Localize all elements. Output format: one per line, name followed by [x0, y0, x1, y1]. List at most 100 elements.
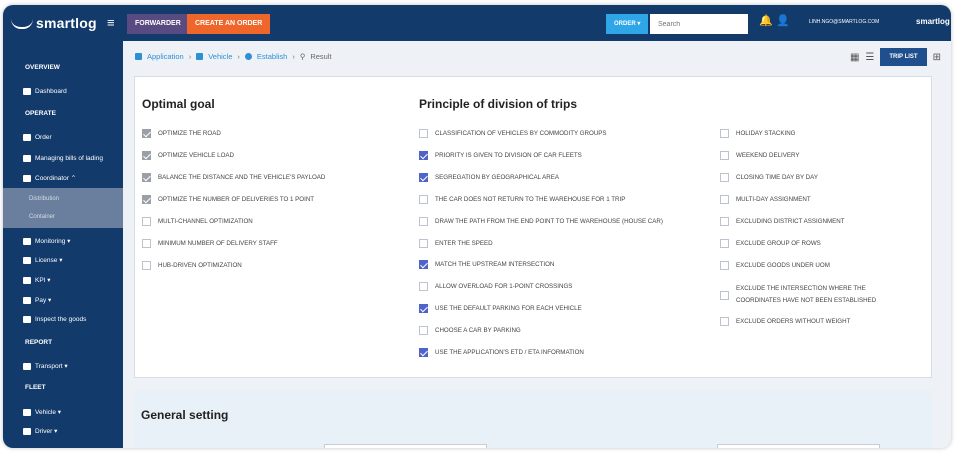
settings-card: Optimal goal Principle of division of tr… — [134, 76, 932, 378]
menu-icon[interactable]: ≡ — [107, 15, 115, 30]
sidebar-item-coordinator[interactable]: Coordinator ⌃ — [23, 174, 76, 182]
checkbox[interactable] — [142, 239, 151, 248]
bell-icon[interactable]: 🔔 — [759, 14, 773, 27]
user-icon[interactable]: 👤 — [776, 14, 790, 27]
option-checkbox-row[interactable]: PRIORITY IS GIVEN TO DIVISION OF CAR FLE… — [419, 150, 582, 160]
option-label: USE THE APPLICATION'S ETD / ETA INFORMAT… — [435, 349, 584, 356]
checkbox[interactable] — [720, 129, 729, 138]
breadcrumb-separator: › — [292, 52, 295, 61]
checkbox[interactable] — [419, 238, 428, 248]
option-checkbox-row[interactable]: CHOOSE A CAR BY PARKING — [419, 326, 521, 336]
option-checkbox-row[interactable]: SEGREGATION BY GEOGRAPHICAL AREA — [419, 172, 559, 182]
checkbox[interactable] — [720, 173, 729, 182]
sidebar-item-license[interactable]: License ▾ — [23, 256, 62, 264]
checkbox[interactable] — [142, 129, 151, 138]
option-checkbox-row[interactable]: CLOSING TIME DAY BY DAY — [720, 173, 818, 182]
option-checkbox-row[interactable]: EXCLUDE GOODS UNDER UOM — [720, 261, 830, 270]
sidebar-item-pay[interactable]: Pay ▾ — [23, 296, 51, 304]
sidebar-item-transport[interactable]: Transport ▾ — [23, 362, 68, 370]
sidebar-item-driver[interactable]: Driver ▾ — [23, 427, 57, 435]
checkbox[interactable] — [419, 260, 428, 270]
breadcrumb-vehicle[interactable]: Vehicle — [208, 52, 232, 61]
option-checkbox-row[interactable]: DRAW THE PATH FROM THE END POINT TO THE … — [419, 216, 663, 226]
sidebar-item-monitoring[interactable]: Monitoring ▾ — [23, 237, 70, 245]
order-type-select[interactable]: ORDER ▾ — [606, 14, 648, 34]
user-email[interactable]: LINH.NGO@SMARTLOG.COM — [809, 19, 879, 25]
division-title: Principle of division of trips — [419, 97, 578, 111]
logo[interactable]: smartlog — [11, 15, 97, 31]
sidebar-item-inspect[interactable]: Inspect the goods — [23, 316, 86, 323]
option-checkbox-row[interactable]: USE THE DEFAULT PARKING FOR EACH VEHICLE — [419, 304, 582, 314]
sidebar-item-label: Pay ▾ — [35, 297, 52, 304]
checkbox[interactable] — [419, 150, 428, 160]
driver-icon — [23, 427, 31, 435]
checkbox[interactable] — [142, 173, 151, 182]
checkbox[interactable] — [419, 326, 428, 336]
option-label: HUB-DRIVEN OPTIMIZATION — [158, 262, 242, 269]
option-checkbox-row[interactable]: BALANCE THE DISTANCE AND THE VEHICLE'S P… — [142, 173, 325, 182]
option-checkbox-row[interactable]: EXCLUDE ORDERS WITHOUT WEIGHT — [720, 317, 850, 326]
brand-logo: smartlog — [916, 17, 950, 26]
checkbox[interactable] — [419, 304, 428, 314]
option-checkbox-row[interactable]: EXCLUDING DISTRICT ASSIGNMENT — [720, 217, 845, 226]
checkbox[interactable] — [419, 194, 428, 204]
checkbox[interactable] — [142, 261, 151, 270]
checkbox[interactable] — [142, 195, 151, 204]
checkbox[interactable] — [720, 239, 729, 248]
option-checkbox-row[interactable]: THE CAR DOES NOT RETURN TO THE WAREHOUSE… — [419, 194, 625, 204]
option-checkbox-row[interactable]: HOLIDAY STACKING — [720, 129, 795, 138]
calendar-icon[interactable]: ▦ — [850, 52, 859, 63]
checkbox[interactable] — [419, 172, 428, 182]
option-checkbox-row[interactable]: OPTIMIZE THE ROAD — [142, 129, 221, 138]
option-checkbox-row[interactable]: MATCH THE UPSTREAM INTERSECTION — [419, 260, 554, 270]
create-order-button[interactable]: CREATE AN ORDER — [187, 14, 271, 34]
filter-icon[interactable]: ☰ — [865, 52, 874, 63]
checkbox[interactable] — [419, 129, 428, 138]
option-checkbox-row[interactable]: OPTIMIZE VEHICLE LOAD — [142, 151, 234, 160]
option-checkbox-row[interactable]: EXCLUDE GROUP OF ROWS — [720, 239, 821, 248]
option-checkbox-row[interactable]: EXCLUDE THE INTERSECTION WHERE THE COORDI… — [720, 283, 876, 307]
checkbox[interactable] — [142, 217, 151, 226]
sidebar-item-label: License ▾ — [35, 257, 63, 264]
option-checkbox-row[interactable]: MULTI-CHANNEL OPTIMIZATION — [142, 217, 253, 226]
general-setting-input-1[interactable] — [324, 444, 487, 448]
sidebar-item-order[interactable]: Order — [23, 134, 52, 141]
option-checkbox-row[interactable]: CLASSIFICATION OF VEHICLES BY COMMODITY … — [419, 129, 607, 138]
sidebar-item-bills[interactable]: Managing bills of lading — [23, 155, 103, 162]
grid-icon[interactable]: ⊞ — [933, 52, 941, 63]
search-input[interactable] — [650, 14, 748, 34]
sidebar-item-dashboard[interactable]: Dashboard — [23, 88, 67, 95]
general-setting-input-2[interactable] — [717, 444, 880, 448]
option-checkbox-row[interactable]: MULTI-DAY ASSIGNMENT — [720, 195, 811, 204]
option-checkbox-row[interactable]: ENTER THE SPEED — [419, 238, 493, 248]
checkbox[interactable] — [720, 151, 729, 160]
option-checkbox-row[interactable]: MINIMUM NUMBER OF DELIVERY STAFF — [142, 239, 278, 248]
sidebar-item-vehicle[interactable]: Vehicle ▾ — [23, 408, 61, 416]
checkbox[interactable] — [720, 217, 729, 226]
trip-list-button[interactable]: TRIP LIST — [880, 48, 927, 66]
option-checkbox-row[interactable]: WEEKEND DELIVERY — [720, 151, 800, 160]
option-label: CLOSING TIME DAY BY DAY — [736, 174, 818, 181]
forwarder-button[interactable]: FORWARDER — [127, 14, 189, 34]
option-label: EXCLUDING DISTRICT ASSIGNMENT — [736, 218, 845, 225]
checkbox[interactable] — [720, 317, 729, 326]
logo-text: smartlog — [36, 15, 97, 31]
breadcrumb-application[interactable]: Application — [147, 52, 184, 61]
option-checkbox-row[interactable]: USE THE APPLICATION'S ETD / ETA INFORMAT… — [419, 348, 584, 357]
option-checkbox-row[interactable]: HUB-DRIVEN OPTIMIZATION — [142, 261, 242, 270]
sidebar-item-label: Managing bills of lading — [35, 155, 103, 162]
checkbox[interactable] — [142, 151, 151, 160]
sidebar-subitem-container[interactable]: Container — [29, 214, 55, 220]
option-checkbox-row[interactable]: OPTIMIZE THE NUMBER OF DELIVERIES TO 1 P… — [142, 195, 314, 204]
option-checkbox-row[interactable]: ALLOW OVERLOAD FOR 1-POINT CROSSINGS — [419, 282, 572, 292]
sidebar-item-label: Dashboard — [35, 88, 67, 95]
checkbox[interactable] — [419, 348, 428, 357]
checkbox[interactable] — [419, 282, 428, 292]
checkbox[interactable] — [720, 195, 729, 204]
checkbox[interactable] — [720, 261, 729, 270]
sidebar-subitem-distribution[interactable]: Distribution — [29, 196, 59, 202]
checkbox[interactable] — [720, 290, 729, 300]
breadcrumb-establish[interactable]: Establish — [257, 52, 287, 61]
sidebar-item-kpi[interactable]: KPI ▾ — [23, 276, 51, 284]
checkbox[interactable] — [419, 216, 428, 226]
